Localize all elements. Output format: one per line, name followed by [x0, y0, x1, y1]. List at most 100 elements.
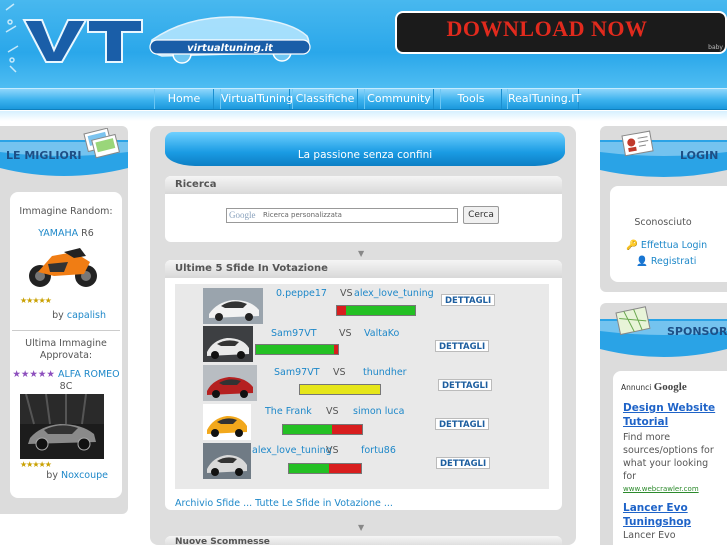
- details-button[interactable]: DETTAGLI: [435, 418, 490, 430]
- search-button[interactable]: Cerca: [463, 206, 499, 224]
- vote-bar-green: [283, 425, 332, 434]
- vs-label: VS: [333, 367, 346, 378]
- challenge-row: Sam97VT VS thundher DETTAGLI: [175, 365, 549, 403]
- tagline-bar: La passione senza confini: [165, 132, 565, 166]
- login-link-label[interactable]: Effettua Login: [641, 240, 707, 251]
- opponent-name[interactable]: fortu86: [361, 445, 396, 456]
- sponsor-box: Annunci Google Design Website Tutorial F…: [613, 371, 727, 545]
- last-car-author: by Noxcoupe: [10, 470, 122, 481]
- yamaha-r6-image[interactable]: [24, 242, 102, 290]
- ad-title[interactable]: Lancer Evo Tuningshop: [623, 501, 723, 529]
- last-car-name[interactable]: ALFA ROMEO: [58, 369, 120, 380]
- challenges-list: 0.peppe17 VS alex_love_tuning DETTAGLI S…: [175, 284, 549, 489]
- random-image-label: Immagine Random:: [19, 206, 113, 217]
- challenge-car-image[interactable]: [203, 443, 251, 479]
- login-title: LOGIN: [680, 149, 719, 162]
- challenge-row: 0.peppe17 VS alex_love_tuning DETTAGLI: [175, 286, 549, 324]
- details-button[interactable]: DETTAGLI: [436, 457, 491, 469]
- random-car-by-label: by: [52, 310, 64, 321]
- random-car-author: by capalish: [10, 310, 122, 321]
- opponent-name[interactable]: thundher: [363, 367, 407, 378]
- banner-ad-tag: baby: [708, 44, 723, 51]
- divider: [12, 330, 120, 331]
- random-car-rating: ★★★★★: [20, 296, 52, 305]
- ad-title[interactable]: Design Website Tutorial: [623, 401, 723, 429]
- search-placeholder: Ricerca personalizzata: [263, 211, 342, 219]
- challenges-panel-title: Ultime 5 Sfide In Votazione: [165, 260, 562, 278]
- search-panel: Ricerca Google Ricerca personalizzata Ce…: [165, 176, 562, 242]
- download-banner-ad[interactable]: DOWNLOAD NOW baby: [395, 11, 727, 54]
- id-card-icon: [621, 130, 654, 157]
- vs-label: VS: [340, 288, 353, 299]
- search-input[interactable]: Google Ricerca personalizzata: [226, 208, 458, 223]
- ad-url[interactable]: www.webcrawler.com: [623, 485, 699, 493]
- nav-tools[interactable]: Tools: [440, 89, 502, 109]
- vote-bar: [288, 463, 362, 474]
- details-button[interactable]: DETTAGLI: [438, 379, 493, 391]
- nav-realtuning[interactable]: RealTuning.IT: [507, 89, 581, 109]
- collapse-arrow-icon[interactable]: ▼: [358, 523, 364, 532]
- vote-bar-green: [256, 345, 334, 354]
- site-logo[interactable]: virtualtuning.it: [2, 2, 332, 76]
- challenge-car-image[interactable]: [203, 365, 257, 401]
- challenger-name[interactable]: 0.peppe17: [276, 288, 327, 299]
- alfa-romeo-8c-image[interactable]: [20, 394, 104, 459]
- last-car-title[interactable]: ★★★★★ ALFA ROMEO 8C: [10, 369, 122, 393]
- vote-bar-red: [331, 425, 362, 434]
- vs-label: VS: [326, 406, 339, 417]
- register-link[interactable]: 👤 Registrati: [636, 256, 696, 267]
- random-car-author-link[interactable]: capalish: [67, 310, 106, 321]
- challenges-panel: Ultime 5 Sfide In Votazione 0.peppe17 VS…: [165, 260, 562, 510]
- opponent-name[interactable]: ValtaKo: [364, 328, 399, 339]
- random-car-name[interactable]: YAMAHA: [38, 228, 78, 239]
- challenge-row: alex_love_tuning VS fortu86 DETTAGLI: [175, 443, 549, 481]
- challenge-car-image[interactable]: [203, 326, 253, 362]
- next-panel-title: Nuove Scommesse: [165, 536, 562, 545]
- random-car-model: R6: [81, 228, 94, 239]
- challenger-name[interactable]: The Frank: [265, 406, 312, 417]
- random-car-title[interactable]: YAMAHA R6: [10, 228, 122, 239]
- details-button[interactable]: DETTAGLI: [435, 340, 490, 352]
- left-sidebar: LE MIGLIORI Immagine Random: YAMAHA R6 ★…: [0, 126, 128, 514]
- challenge-car-image[interactable]: [203, 288, 263, 324]
- last-car-author-link[interactable]: Noxcoupe: [61, 470, 108, 481]
- challenger-name[interactable]: Sam97VT: [271, 328, 317, 339]
- logo-text: virtualtuning.it: [187, 43, 274, 54]
- vote-bar-green: [346, 306, 415, 315]
- collapse-arrow-icon[interactable]: ▼: [358, 249, 364, 258]
- login-sidebar: LOGIN Sconosciuto 🔑 Effettua Login 👤 Reg…: [600, 126, 727, 292]
- opponent-name[interactable]: alex_love_tuning: [354, 288, 434, 299]
- nav-community[interactable]: Community: [364, 89, 434, 109]
- login-box: Sconosciuto 🔑 Effettua Login 👤 Registrat…: [610, 186, 727, 282]
- login-link[interactable]: 🔑 Effettua Login: [626, 240, 707, 251]
- vote-bar: [336, 305, 416, 316]
- tagline: La passione senza confini: [297, 149, 433, 161]
- challenger-name[interactable]: Sam97VT: [274, 367, 320, 378]
- key-icon: 🔑: [626, 240, 638, 251]
- challenge-row: Sam97VT VS ValtaKo DETTAGLI: [175, 326, 549, 364]
- nav-virtualtuning[interactable]: VirtualTuning: [220, 89, 293, 109]
- main-content: La passione senza confini Ricerca Google…: [150, 126, 576, 545]
- challenger-name[interactable]: alex_love_tuning: [252, 445, 332, 456]
- opponent-name[interactable]: simon luca: [353, 406, 404, 417]
- ads-label-prefix: Annunci: [621, 383, 652, 392]
- details-button[interactable]: DETTAGLI: [441, 294, 496, 306]
- archive-links[interactable]: Archivio Sfide ... Tutte Le Sfide in Vot…: [175, 498, 393, 509]
- vote-bar: [299, 384, 381, 395]
- google-logo: Google: [229, 210, 256, 220]
- register-link-label[interactable]: Registrati: [651, 256, 696, 267]
- ad-text: Find more sources/options for what your …: [623, 432, 714, 482]
- nav-classifiche[interactable]: Classifiche: [292, 89, 358, 109]
- user-add-icon: 👤: [636, 256, 648, 267]
- user-status: Sconosciuto: [634, 217, 692, 228]
- google-ads-label[interactable]: Annunci Google: [621, 381, 687, 393]
- last-approved-label: Ultima Immagine Approvata:: [25, 338, 107, 361]
- ad-text: Lancer Evo: [623, 530, 676, 541]
- nav-home[interactable]: Home: [154, 89, 214, 109]
- vote-bar: [282, 424, 363, 435]
- vote-bar-red: [333, 345, 338, 354]
- challenge-car-image[interactable]: [203, 404, 251, 440]
- sponsor-sidebar: SPONSOR Annunci Google Design Website Tu…: [600, 303, 727, 545]
- best-title: LE MIGLIORI: [6, 149, 82, 162]
- last-car-rating: ★★★★★: [20, 460, 52, 469]
